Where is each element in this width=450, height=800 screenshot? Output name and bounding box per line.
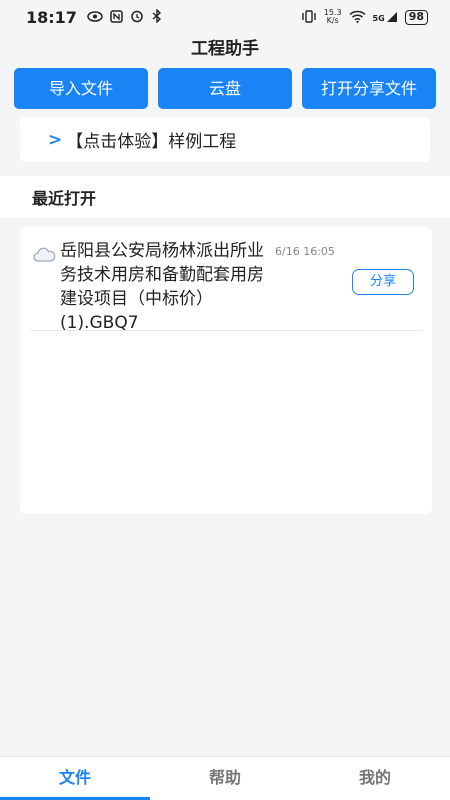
status-left: 18:17 — [26, 8, 163, 27]
recent-section-title: 最近打开 — [0, 176, 450, 218]
tab-help[interactable]: 帮助 — [150, 757, 300, 800]
open-shared-file-button[interactable]: 打开分享文件 — [302, 68, 436, 109]
tab-files-label: 文件 — [58, 768, 91, 787]
recent-files-list: 岳阳县公安局杨林派出所业务技术用房和备勤配套用房建设项目（中标价）(1).GBQ… — [20, 227, 432, 514]
tab-files[interactable]: 文件 — [0, 757, 150, 800]
net-speed-unit: K/s — [326, 16, 339, 25]
battery-indicator: 98 — [404, 9, 428, 25]
file-timestamp: 6/16 16:05 — [275, 245, 335, 258]
nfc-icon — [110, 9, 123, 25]
cloud-icon — [32, 247, 56, 263]
action-button-row: 导入文件 云盘 打开分享文件 — [14, 68, 436, 109]
chevron-right-icon: > — [48, 129, 63, 150]
tab-profile[interactable]: 我的 — [300, 757, 450, 800]
tab-help-label: 帮助 — [208, 768, 241, 787]
tab-profile-label: 我的 — [358, 768, 391, 787]
file-name: 岳阳县公安局杨林派出所业务技术用房和备勤配套用房建设项目（中标价）(1).GBQ… — [60, 241, 264, 333]
vibrate-icon — [301, 9, 317, 25]
list-item[interactable]: 岳阳县公安局杨林派出所业务技术用房和备勤配套用房建设项目（中标价）(1).GBQ… — [30, 239, 422, 333]
net-speed: 15.3 K/s — [324, 9, 342, 25]
network-type: 5G — [372, 14, 385, 23]
status-time: 18:17 — [26, 7, 77, 27]
import-file-button[interactable]: 导入文件 — [14, 68, 148, 109]
status-right: 15.3 K/s 5G 98 — [301, 9, 428, 25]
sample-project-label: 【点击体验】样例工程 — [66, 132, 237, 152]
bluetooth-icon — [151, 8, 163, 25]
bottom-tab-bar: 文件 帮助 我的 — [0, 756, 450, 800]
alarm-icon — [130, 9, 144, 25]
eye-icon — [87, 10, 103, 24]
page-title: 工程助手 — [191, 39, 259, 59]
signal-icon: 5G — [373, 11, 398, 23]
sample-project-link[interactable]: > 【点击体验】样例工程 — [20, 117, 430, 162]
wifi-icon — [349, 10, 366, 25]
share-button[interactable]: 分享 — [352, 269, 414, 295]
cloud-drive-button[interactable]: 云盘 — [158, 68, 292, 109]
status-bar: 18:17 15.3 K/s 5G 98 — [0, 0, 450, 34]
